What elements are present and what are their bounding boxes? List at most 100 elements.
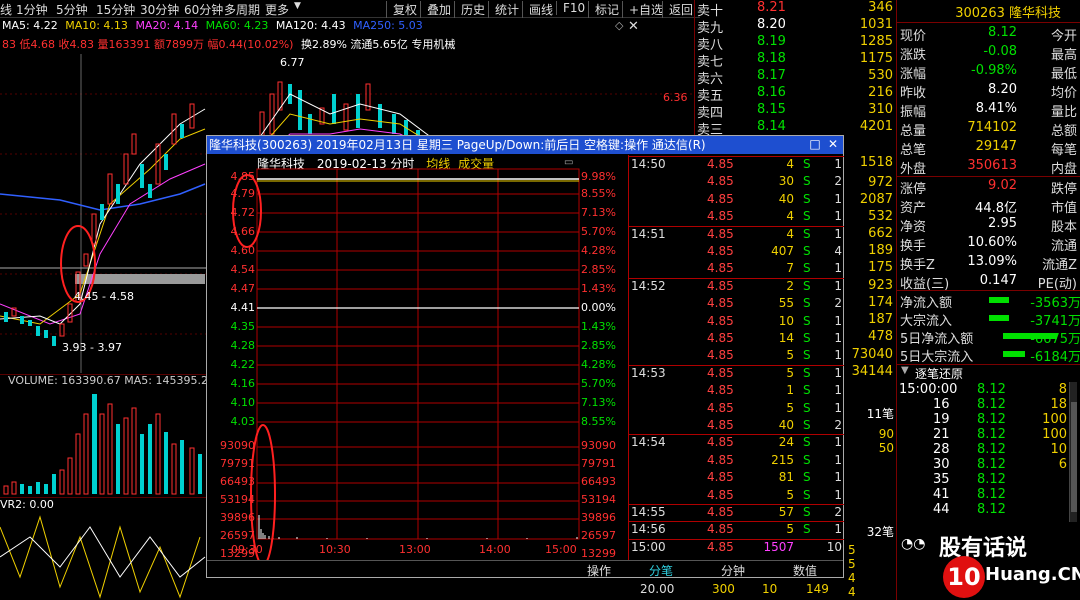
tick-price: 4.85 <box>707 383 734 398</box>
tab-multi-period[interactable]: 多周期 <box>224 1 260 18</box>
watermark-text: 股有话说 <box>939 536 1028 561</box>
tab-history[interactable]: 历史 <box>454 1 485 18</box>
tick-side: S <box>803 174 811 189</box>
tab-line[interactable]: 线 <box>0 1 12 18</box>
footer-value-left: 20.00 <box>640 582 675 596</box>
tick-side: S <box>803 348 811 363</box>
tick-volume: 4 <box>786 209 794 224</box>
collapse-icon[interactable]: ◇ <box>615 19 623 32</box>
book-row: 卖七 8.18 1175 <box>697 51 893 70</box>
tick-price: 4.85 <box>707 348 734 363</box>
tab-1min[interactable]: 1分钟 <box>16 1 48 18</box>
turnover-info: 换2.89% 流通5.65亿 专用机械 <box>300 38 456 51</box>
tick-volume: 4 <box>786 226 794 241</box>
tick-volume: 5 <box>786 522 794 537</box>
tab-more[interactable]: 更多 <box>265 1 289 18</box>
book-row: 卖四 8.15 310 <box>697 102 893 121</box>
tick-row: 14:53 4.85 5 S 1 <box>629 364 844 383</box>
tick-price: 4.85 <box>707 400 734 415</box>
tick-row: 14:50 4.85 4 S 1 <box>629 156 844 174</box>
tick-price: 4.85 <box>707 470 734 485</box>
tick-price: 4.85 <box>707 278 734 293</box>
price-axis-label: 6.36 <box>663 91 688 104</box>
quote-row: 外盘 350613 内盘 <box>900 158 1077 177</box>
tick-side: S <box>803 400 811 415</box>
tick-price: 4.85 <box>707 244 734 258</box>
chevron-down-icon[interactable]: ▼ <box>901 365 909 376</box>
tick-row: 4.85 215 S 1 <box>629 453 844 470</box>
quote-row: 振幅 8.41% 量比 <box>900 101 1077 120</box>
tab-draw[interactable]: 画线 <box>522 1 553 18</box>
tick-row: 14:55 4.85 57 S 2 <box>629 504 844 522</box>
book-row: 卖十 8.21 346 <box>697 0 893 19</box>
book-row: 卖八 8.19 1285 <box>697 34 893 53</box>
tick-side: S <box>803 522 811 537</box>
tab-60min[interactable]: 60分钟 <box>184 1 223 18</box>
intraday-chart[interactable]: 隆华科技 2019-02-13 分时 均线 成交量 ▭ 4.85 4.79 4.… <box>207 155 628 560</box>
tick-rows: 14:50 4.85 4 S 1 4.85 30 S 2 4.85 40 S 1 4.85 4 S 1 14:51… <box>629 155 844 560</box>
close-icon[interactable]: ✕ <box>628 19 639 34</box>
tab-value[interactable]: 数值 <box>793 562 817 579</box>
maximize-icon[interactable]: □ <box>809 138 821 150</box>
chevron-down-icon[interactable]: ▼ <box>294 1 301 11</box>
tick-price: 4.85 <box>707 487 734 502</box>
tick-time: 14:50 <box>631 157 666 171</box>
tick-restore-list: 15:00:00 8.12 8 16 8.12 18 19 8.12 100 21 8.12 1… <box>897 382 1080 517</box>
tab-fuquan[interactable]: 复权 <box>386 1 417 18</box>
tick-price: 4.85 <box>707 331 734 345</box>
flow-row: 大宗流入 -3741万 <box>900 314 1080 329</box>
tick-count: 10 <box>826 539 842 554</box>
tick-side: S <box>803 418 811 432</box>
quote-row: 涨幅 -0.98% 最低 <box>900 63 1077 82</box>
tick-count: 1 <box>834 209 842 224</box>
tick-row: 4.85 40 S 2 <box>629 418 844 435</box>
tab-stats[interactable]: 统计 <box>488 1 519 18</box>
tab-minute[interactable]: 分钟 <box>721 562 745 579</box>
tab-15min[interactable]: 15分钟 <box>96 1 135 18</box>
scrollbar[interactable] <box>1069 382 1077 522</box>
tick-header[interactable]: ▼ 逐笔还原 <box>897 364 1080 381</box>
tick-time: 14:54 <box>631 435 666 450</box>
book-row: 卖五 8.16 216 <box>697 85 893 104</box>
tick-volume: 215 <box>771 452 794 467</box>
tab-operation[interactable]: 操作 <box>587 562 611 579</box>
tick-count: 1 <box>834 331 842 345</box>
tick-row: 4.85 55 S 2 <box>629 296 844 313</box>
tick-time: 14:51 <box>631 226 666 241</box>
tick-row: 15:00 4.85 1507 10 <box>629 538 844 557</box>
tick-volume: 40 <box>778 418 794 432</box>
popup-title-bar[interactable]: 隆华科技(300263) 2019年02月13日 星期三 PageUp/Down… <box>207 136 843 154</box>
stock-header: 300263 隆华科技 <box>955 6 1061 21</box>
quote-row: 换手Z 13.09% 流通Z <box>900 254 1077 273</box>
tick-row: 4.85 14 S 1 <box>629 331 844 348</box>
tab-add-watchlist[interactable]: +自选 <box>622 1 663 18</box>
tab-f10[interactable]: F10 <box>556 1 585 15</box>
tick-row: 4.85 407 S 4 <box>629 244 844 261</box>
tab-30min[interactable]: 30分钟 <box>140 1 179 18</box>
tick-row: 14:54 4.85 24 S 1 <box>629 434 844 452</box>
tick-count: 1 <box>834 191 842 206</box>
quote-row: 资产 44.8亿 市值 <box>900 201 1077 216</box>
quote-row: 总量 714102 总额 <box>900 120 1077 139</box>
tick-price: 4.85 <box>707 418 734 432</box>
intraday-popup: 隆华科技(300263) 2019年02月13日 星期三 PageUp/Down… <box>206 135 844 578</box>
tick-side: S <box>803 209 811 224</box>
tick-count: 2 <box>834 418 842 432</box>
tab-mark[interactable]: 标记 <box>588 1 619 18</box>
tick-row: 4.85 5 S 1 <box>629 348 844 365</box>
info-line: 83 低4.68 收4.83 量163391 额7899万 幅0.44(10.0… <box>2 36 455 52</box>
tab-overlay[interactable]: 叠加 <box>420 1 451 18</box>
tick-row: 4.85 7 S 1 <box>629 261 844 278</box>
tick-volume: 30 <box>778 174 794 189</box>
tab-5min[interactable]: 5分钟 <box>56 1 88 18</box>
tab-back[interactable]: 返回 <box>662 1 693 18</box>
book-vol-a: 90 <box>878 427 894 441</box>
tick-volume: 2 <box>786 278 794 293</box>
tick-volume: 5 <box>786 365 794 380</box>
book-row: 卖六 8.17 530 <box>697 68 893 87</box>
tick-side: S <box>803 435 811 450</box>
close-icon[interactable]: ✕ <box>827 138 839 150</box>
tick-time: 14:55 <box>631 505 666 519</box>
tab-tick[interactable]: 分笔 <box>649 562 673 579</box>
book-bottom: 11笔 90 50 32笔 5 5 4 4 <box>844 395 896 600</box>
